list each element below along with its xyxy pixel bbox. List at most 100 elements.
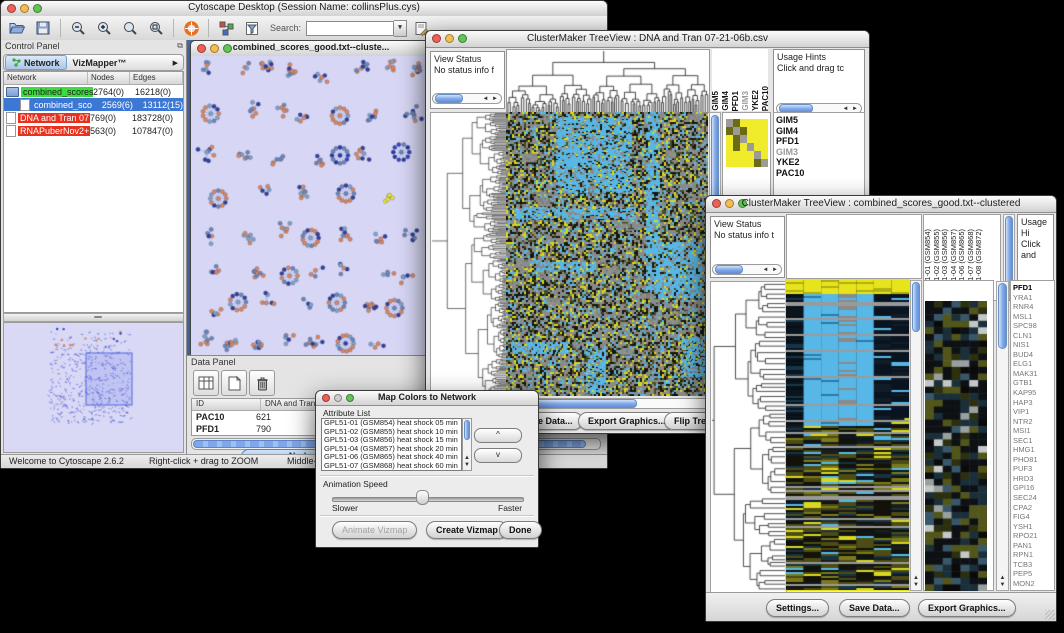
birdseye-canvas[interactable] [4,323,184,453]
save-session-button[interactable] [31,18,55,38]
zoom-selected-button[interactable] [118,18,142,38]
gene-label[interactable]: HRD3 [1013,474,1038,484]
gene-label[interactable]: RPN1 [1013,550,1038,560]
correlation-matrix[interactable] [726,119,768,167]
birdseye-view[interactable] [3,322,184,453]
move-down-button[interactable]: v [474,448,522,463]
column-label[interactable]: GIM3 [742,91,750,111]
gene-label[interactable]: SEC1 [1013,436,1038,446]
gene-label[interactable]: YRA1 [1013,293,1038,303]
row-dendrogram-canvas[interactable] [430,112,507,398]
gene-label[interactable]: HAP3 [1013,398,1038,408]
view-status-scrollbar[interactable]: ◄ ► [432,93,502,104]
delete-attribute-button[interactable] [249,370,275,396]
heatmap-global-canvas[interactable] [786,280,909,590]
column-dendrogram-canvas[interactable] [506,49,710,113]
search-dropdown-arrow-icon[interactable]: ▾ [394,20,407,37]
gene-label[interactable]: MSI1 [1013,426,1038,436]
column-label[interactable]: GIM5 [712,91,720,111]
panel-splitter[interactable] [3,313,184,322]
float-panel-icon[interactable]: ⧉ [177,41,183,51]
settings-button[interactable]: Settings... [766,599,829,617]
vizmapper-button[interactable] [214,18,238,38]
search-input[interactable] [306,21,394,36]
filter-button[interactable] [240,18,264,38]
export-graphics-button[interactable]: Export Graphics... [578,412,676,430]
gene-label[interactable]: CLN1 [1013,331,1038,341]
gene-label[interactable]: MSL1 [1013,312,1038,322]
treeview1-titlebar[interactable]: ClusterMaker TreeView : DNA and Tran 07-… [426,31,869,48]
gene-label[interactable]: GIM4 [776,126,804,137]
gene-label[interactable]: PHO81 [1013,455,1038,465]
main-titlebar[interactable]: Cytoscape Desktop (Session Name: collins… [1,1,607,17]
move-up-button[interactable]: ^ [474,428,522,443]
attribute-list-scrollbar[interactable]: ▲▼ [462,418,472,471]
zoom-vscrollbar[interactable]: ▲▼ [996,281,1009,591]
heatmap-vscrollbar[interactable]: ▲▼ [910,280,922,591]
done-button[interactable]: Done [499,521,542,539]
network-row[interactable]: combined_sco 2569(6) 13112(15) [4,98,183,111]
treeview2-titlebar[interactable]: ClusterMaker TreeView : combined_scores_… [706,196,1056,213]
animate-vizmap-button[interactable]: Animate Vizmap [332,521,417,539]
zoom-fit-button[interactable] [144,18,168,38]
select-attributes-button[interactable] [193,370,219,396]
network-row[interactable]: combined_scores 2764(0) 16218(0) [4,85,183,98]
gene-label[interactable]: PAN1 [1013,541,1038,551]
gene-label[interactable]: PUF3 [1013,464,1038,474]
slider-thumb[interactable] [416,490,429,505]
network-row[interactable]: RNAPuberNov2+ 563(0) 107847(0) [4,124,183,137]
zoom-out-button[interactable] [66,18,90,38]
column-label[interactable]: GIM4 [722,91,730,111]
heatmap-global-canvas[interactable] [506,112,708,396]
gene-label[interactable]: VIP1 [1013,407,1038,417]
gene-label[interactable]: KAP95 [1013,388,1038,398]
dialog-titlebar[interactable]: Map Colors to Network [316,391,538,406]
gene-label[interactable]: RNR4 [1013,302,1038,312]
gene-label[interactable]: PFD1 [776,136,804,147]
network-view-window[interactable]: combined_scores_good.txt--cluste... [190,40,432,355]
save-data-button[interactable]: Save Data... [839,599,910,617]
create-vizmap-button[interactable]: Create Vizmap [426,521,508,539]
gene-label[interactable]: PFD1 [1013,283,1038,293]
network-row[interactable]: DNA and Tran 07 769(0) 183728(0) [4,111,183,124]
gene-label[interactable]: FIG4 [1013,512,1038,522]
gene-label[interactable]: GIM5 [776,115,804,126]
tab-vizmapper[interactable]: VizMapper™ [67,56,133,69]
gene-label[interactable]: RPO21 [1013,531,1038,541]
gene-label[interactable]: PEP5 [1013,569,1038,579]
open-session-button[interactable] [5,18,29,38]
tab-overflow-arrow[interactable]: ▶ [173,59,183,67]
gene-label[interactable]: NTR2 [1013,417,1038,427]
gene-label[interactable]: HMG1 [1013,445,1038,455]
export-graphics-button[interactable]: Export Graphics... [918,599,1016,617]
network-view-titlebar[interactable]: combined_scores_good.txt--cluste... [191,41,431,57]
create-attribute-button[interactable] [221,370,247,396]
help-button[interactable] [179,18,203,38]
gene-label[interactable]: SEC24 [1013,493,1038,503]
heatmap-zoom-canvas[interactable] [925,301,987,591]
gene-label[interactable]: YKE2 [776,157,804,168]
gene-label[interactable]: TCB3 [1013,560,1038,570]
gene-label[interactable]: PAC10 [776,168,804,179]
row-dendrogram-canvas[interactable] [710,281,787,593]
column-label[interactable]: YKE2 [752,90,760,111]
gene-label[interactable]: GTB1 [1013,378,1038,388]
column-dendrogram-area[interactable] [786,214,922,279]
view-status-scrollbar[interactable]: ◄ ► [712,264,782,275]
gene-label[interactable]: GPI16 [1013,483,1038,493]
gene-label[interactable]: MON2 [1013,579,1038,589]
gene-label[interactable]: GIM3 [776,147,804,158]
gene-label[interactable]: BUD4 [1013,350,1038,360]
gene-label[interactable]: MAK31 [1013,369,1038,379]
resize-grip[interactable] [1045,610,1055,620]
attribute-item[interactable]: GPL51-07 (GSM868) heat shock 60 min [324,462,461,471]
column-label[interactable]: PAC10 [762,86,768,111]
gene-label[interactable]: YSH1 [1013,522,1038,532]
tab-network[interactable]: Network [5,55,67,70]
zoom-in-button[interactable] [92,18,116,38]
column-label[interactable]: PFD1 [732,91,740,111]
gene-label[interactable]: NIS1 [1013,340,1038,350]
gene-label[interactable]: CPA2 [1013,503,1038,513]
network-view-canvas[interactable] [191,56,429,355]
gene-label[interactable]: SPC98 [1013,321,1038,331]
